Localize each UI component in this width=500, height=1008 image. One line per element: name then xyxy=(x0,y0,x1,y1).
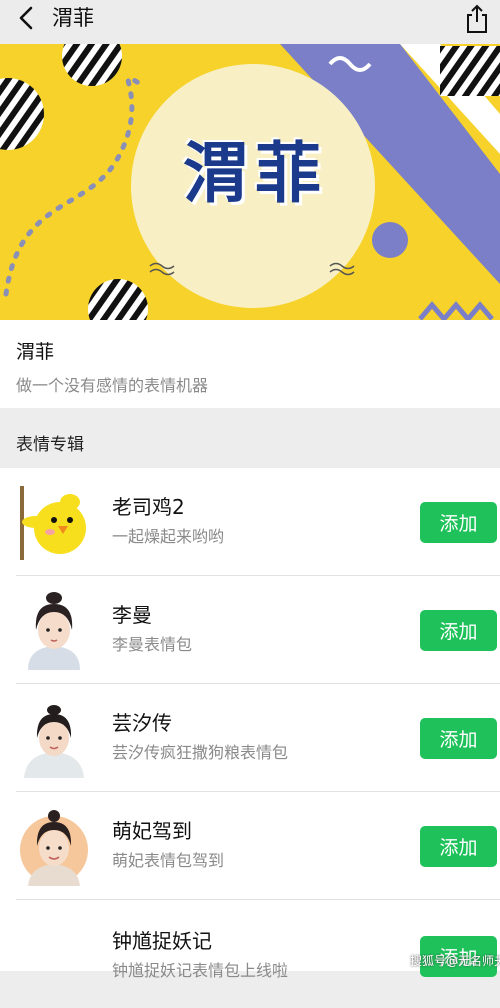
profile-description: 做一个没有感情的表情机器 xyxy=(16,376,209,395)
album-subtitle: 钟馗捉妖记表情包上线啦 xyxy=(112,961,289,980)
album-row-mengfei[interactable]: 萌妃驾到 萌妃表情包驾到 添加 xyxy=(0,792,500,900)
album-row-yunxizhuan[interactable]: 芸汐传 芸汐传疯狂撒狗粮表情包 添加 xyxy=(0,684,500,792)
portrait-sticker-thumbnail xyxy=(20,810,88,886)
watermark: 搜狐号@无名师夫 xyxy=(410,954,500,968)
album-subtitle: 芸汐传疯狂撒狗粮表情包 xyxy=(112,743,289,762)
section-title: 表情专辑 xyxy=(16,435,84,455)
banner-art-text: 渭菲 xyxy=(183,135,327,212)
album-row-liman[interactable]: 李曼 李曼表情包 添加 xyxy=(0,576,500,684)
add-button[interactable]: 添加 xyxy=(420,826,497,867)
add-button[interactable]: 添加 xyxy=(420,502,497,543)
album-row-laosiji[interactable]: 老司鸡2 一起燥起来哟哟 添加 xyxy=(0,468,500,576)
album-title: 老司鸡2 xyxy=(112,495,185,519)
album-title: 李曼 xyxy=(112,603,152,627)
nav-bar: 渭菲 xyxy=(0,0,500,44)
page-title: 渭菲 xyxy=(52,6,94,30)
share-icon[interactable] xyxy=(464,4,490,34)
profile-name: 渭菲 xyxy=(16,341,55,363)
portrait-sticker-thumbnail xyxy=(24,705,84,778)
album-title: 芸汐传 xyxy=(112,711,172,735)
album-title: 萌妃驾到 xyxy=(112,819,192,843)
album-title: 钟馗捉妖记 xyxy=(112,929,212,953)
section-header: 表情专辑 xyxy=(0,408,500,468)
banner-image: 渭菲 xyxy=(0,44,500,320)
album-list: 老司鸡2 一起燥起来哟哟 添加 李曼 李曼表情包 添加 芸汐传 芸汐传疯狂撒狗粮… xyxy=(0,468,500,980)
add-button[interactable]: 添加 xyxy=(420,610,497,651)
add-button[interactable]: 添加 xyxy=(420,718,497,759)
back-chevron-icon[interactable] xyxy=(14,4,42,32)
chick-sticker-thumbnail xyxy=(20,486,86,560)
profile-info: 渭菲 做一个没有感情的表情机器 xyxy=(0,320,500,408)
album-subtitle: 李曼表情包 xyxy=(112,635,193,654)
album-subtitle: 萌妃表情包驾到 xyxy=(112,851,225,870)
portrait-sticker-thumbnail xyxy=(28,592,80,670)
album-subtitle: 一起燥起来哟哟 xyxy=(112,527,225,546)
